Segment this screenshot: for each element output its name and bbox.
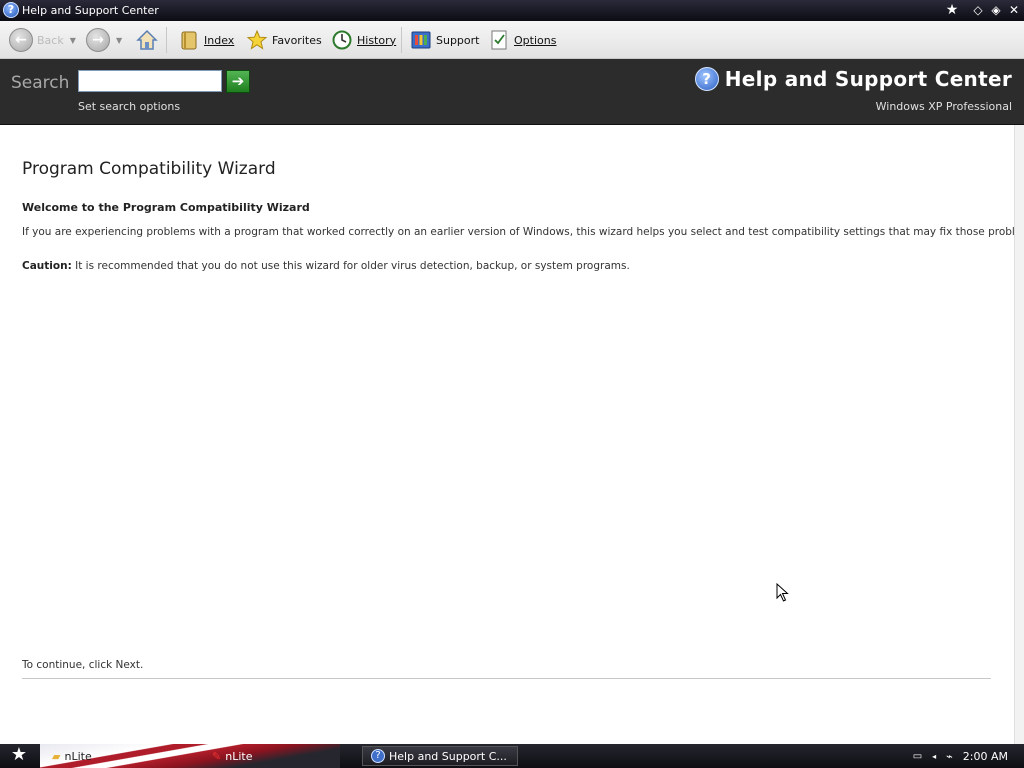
toolbar: ← Back ▼ → ▼ Index Favorites History Sup… bbox=[0, 21, 1024, 59]
welcome-heading: Welcome to the Program Compatibility Wiz… bbox=[22, 201, 310, 214]
keyboard-icon[interactable]: ▭ bbox=[913, 751, 922, 762]
taskbar-item-nlite-folder[interactable]: ▰ nLite bbox=[48, 746, 198, 766]
nlite-icon: ✎ bbox=[212, 749, 222, 763]
caution-body: It is recommended that you do not use th… bbox=[75, 260, 630, 272]
search-go-button[interactable]: ➔ bbox=[226, 70, 250, 93]
page-title: Program Compatibility Wizard bbox=[22, 159, 276, 179]
maximize-button[interactable]: ◈ bbox=[988, 2, 1004, 18]
close-button[interactable]: ✕ bbox=[1006, 2, 1022, 18]
system-tray: ▭ ◂ ⌁ 2:00 AM bbox=[913, 744, 1008, 768]
back-label: Back bbox=[37, 33, 64, 47]
chevron-down-icon[interactable]: ▼ bbox=[116, 36, 122, 45]
history-label: History bbox=[357, 33, 397, 47]
caution-text: Caution: It is recommended that you do n… bbox=[22, 260, 630, 272]
caution-label: Caution: bbox=[22, 260, 72, 272]
favorites-label: Favorites bbox=[272, 33, 322, 47]
forward-arrow-icon: → bbox=[86, 28, 110, 52]
app-title: ? Help and Support Center bbox=[694, 67, 1012, 91]
chevron-down-icon[interactable]: ▼ bbox=[70, 36, 76, 45]
help-app-icon: ? bbox=[3, 2, 19, 18]
star-icon bbox=[246, 29, 268, 50]
search-header: Search ➔ Set search options ? Help and S… bbox=[0, 59, 1024, 125]
options-button[interactable]: Options bbox=[488, 21, 556, 59]
clock-icon bbox=[332, 30, 352, 50]
home-button[interactable] bbox=[136, 21, 158, 59]
continue-instruction: To continue, click Next. bbox=[22, 659, 144, 671]
search-input[interactable] bbox=[78, 70, 222, 92]
toolbar-separator bbox=[401, 27, 402, 53]
tray-arrow-icon[interactable]: ◂ bbox=[932, 752, 936, 761]
search-label: Search bbox=[11, 73, 70, 93]
minimize-button[interactable]: ◇ bbox=[970, 2, 986, 18]
help-icon: ? bbox=[371, 749, 385, 763]
support-button[interactable]: Support bbox=[410, 21, 479, 59]
support-icon bbox=[411, 31, 431, 49]
toolbar-separator bbox=[166, 27, 167, 53]
scrollbar[interactable] bbox=[1014, 125, 1024, 744]
help-icon: ? bbox=[694, 67, 719, 91]
mouse-cursor-icon bbox=[776, 583, 789, 602]
taskbar-item-nlite[interactable]: ✎ nLite bbox=[208, 746, 348, 766]
folder-icon: ▰ bbox=[52, 749, 61, 763]
book-icon bbox=[181, 31, 197, 50]
index-label: Index bbox=[204, 33, 235, 47]
back-button[interactable]: ← Back ▼ bbox=[9, 21, 76, 59]
back-arrow-icon: ← bbox=[9, 28, 33, 52]
pin-icon[interactable]: ★ bbox=[944, 2, 960, 18]
window-title: Help and Support Center bbox=[22, 4, 159, 17]
taskbar: ★ ▰ nLite ✎ nLite ? Help and Support C..… bbox=[0, 744, 1024, 768]
index-button[interactable]: Index bbox=[178, 21, 234, 59]
options-checklist-icon bbox=[491, 30, 507, 50]
support-label: Support bbox=[436, 33, 480, 47]
taskbar-item-label: nLite bbox=[225, 749, 253, 763]
content-pane: Program Compatibility Wizard Welcome to … bbox=[0, 125, 1024, 744]
taskbar-item-label: Help and Support C... bbox=[389, 749, 507, 763]
edition-text: Windows XP Professional bbox=[875, 100, 1012, 113]
history-button[interactable]: History bbox=[331, 21, 396, 59]
home-icon bbox=[136, 29, 158, 50]
taskbar-item-help-support[interactable]: ? Help and Support C... bbox=[362, 746, 518, 766]
star-start-icon: ★ bbox=[10, 744, 28, 765]
arrow-right-icon: ➔ bbox=[231, 72, 245, 90]
start-button[interactable]: ★ bbox=[6, 744, 32, 768]
app-title-text: Help and Support Center bbox=[724, 67, 1012, 91]
favorites-button[interactable]: Favorites bbox=[246, 21, 322, 59]
set-search-options-link[interactable]: Set search options bbox=[78, 100, 180, 113]
taskbar-item-label: nLite bbox=[64, 749, 92, 763]
clock[interactable]: 2:00 AM bbox=[963, 750, 1008, 763]
options-label: Options bbox=[514, 33, 557, 47]
forward-button[interactable]: → ▼ bbox=[86, 21, 122, 59]
title-bar: ? Help and Support Center ★ ◇ ◈ ✕ bbox=[0, 0, 1024, 21]
footer-divider bbox=[22, 678, 991, 679]
intro-text: If you are experiencing problems with a … bbox=[22, 226, 1024, 238]
network-icon[interactable]: ⌁ bbox=[946, 750, 953, 763]
